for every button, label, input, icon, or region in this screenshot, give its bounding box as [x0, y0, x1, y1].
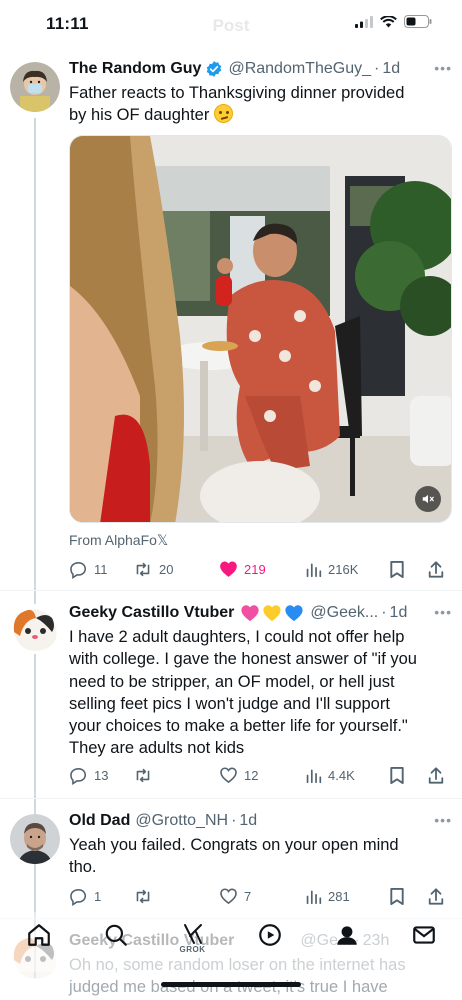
status-bar: Post 11:11 [0, 0, 462, 50]
search-icon [105, 924, 127, 946]
tweet-text: Yeah you failed. Congrats on your open m… [69, 836, 399, 877]
tweet-header: The Random Guy @RandomTheGuy_ · 1d [69, 58, 452, 80]
avatar[interactable] [10, 814, 60, 864]
views-button[interactable]: 281 [305, 888, 389, 905]
share-icon [428, 887, 444, 905]
bookmark-icon [390, 766, 404, 784]
nav-grok[interactable]: GROK [173, 922, 213, 954]
tweet-actions: 13 12 4.4K [69, 764, 450, 786]
nav-home[interactable] [19, 922, 59, 948]
status-time: 11:11 [46, 14, 89, 33]
name-emojis [240, 604, 304, 622]
divider [0, 590, 462, 591]
more-options-icon[interactable]: ••• [434, 60, 452, 76]
retweet-button[interactable] [133, 766, 219, 785]
more-options-icon[interactable]: ••• [434, 812, 452, 828]
timestamp[interactable]: 1d [390, 604, 408, 622]
retweet-button[interactable] [133, 887, 219, 906]
nav-messages[interactable] [404, 922, 444, 948]
views-button[interactable]: 4.4K [305, 767, 389, 784]
wifi-icon [380, 15, 397, 27]
tweet-text: Father reacts to Thanksgiving dinner pro… [69, 84, 405, 125]
grok-label: GROK [179, 945, 206, 954]
blue-heart-icon [285, 605, 303, 622]
views-chart-icon [306, 563, 322, 577]
heart-filled-icon [220, 561, 237, 577]
separator-dot: · [381, 604, 387, 621]
separator-dot: · [231, 812, 237, 829]
status-icons [355, 15, 432, 28]
reply-icon [70, 767, 87, 785]
communities-icon [336, 926, 357, 945]
heart-icon [220, 888, 237, 905]
retweet-icon [136, 889, 150, 903]
timestamp[interactable]: 1d [382, 60, 400, 78]
bookmark-icon [390, 560, 404, 578]
grok-icon [183, 924, 202, 944]
reply-button[interactable]: 13 [69, 766, 133, 785]
user-handle[interactable]: @RandomTheGuy_ [228, 60, 371, 78]
signal-icon [355, 15, 373, 28]
bookmark-button[interactable] [389, 887, 427, 906]
nav-spaces[interactable] [250, 922, 290, 948]
verified-badge-icon [207, 61, 222, 77]
display-name[interactable]: The Random Guy [69, 60, 201, 78]
home-indicator[interactable] [161, 982, 301, 987]
reply-icon [70, 888, 87, 906]
bottom-nav: GROK [0, 912, 462, 972]
views-button[interactable]: 216K [305, 561, 389, 578]
battery-icon [404, 15, 432, 28]
divider [0, 798, 462, 799]
mute-button[interactable] [415, 486, 441, 512]
video-player[interactable] [69, 135, 452, 523]
tweet-actions: 1 7 281 [69, 885, 450, 907]
share-button[interactable] [427, 887, 445, 906]
like-button[interactable]: 7 [219, 887, 305, 905]
tweet-header: Old Dad @Grotto_NH · 1d [69, 810, 452, 832]
timestamp[interactable]: 1d [239, 812, 257, 830]
heart-icon [220, 767, 237, 784]
yellow-heart-icon [263, 605, 281, 622]
user-handle[interactable]: @Geek... [310, 604, 378, 622]
like-button[interactable]: 219 [219, 560, 305, 578]
avatar[interactable] [10, 604, 60, 654]
like-button[interactable]: 12 [219, 766, 305, 784]
share-button[interactable] [427, 766, 445, 785]
video-thumbnail [70, 136, 451, 522]
bookmark-button[interactable] [389, 560, 427, 579]
user-handle[interactable]: @Grotto_NH [135, 812, 228, 830]
display-name[interactable]: Geeky Castillo Vtuber [69, 604, 234, 622]
source-attribution[interactable]: From AlphaFo𝕏 [69, 532, 168, 549]
share-icon [428, 560, 444, 578]
share-button[interactable] [427, 560, 445, 579]
separator-dot: · [373, 60, 380, 77]
more-options-icon[interactable]: ••• [434, 604, 452, 620]
avatar[interactable] [10, 62, 60, 112]
reply-button[interactable]: 1 [69, 887, 133, 906]
speaker-muted-icon [422, 494, 434, 504]
spaces-icon [258, 924, 281, 946]
tweet-header: Geeky Castillo Vtuber @Geek... · 1d [69, 602, 452, 624]
retweet-icon [136, 562, 150, 576]
pink-heart-icon [241, 605, 259, 622]
messages-icon [412, 926, 435, 944]
tweet-actions: 11 20 219 216K [69, 558, 450, 580]
reply-button[interactable]: 11 [69, 560, 133, 579]
display-name[interactable]: Old Dad [69, 812, 130, 830]
nav-search[interactable] [96, 922, 136, 948]
views-chart-icon [306, 890, 322, 904]
nav-communities[interactable] [327, 922, 367, 948]
confused-face-emoji [213, 104, 233, 124]
bookmark-icon [390, 887, 404, 905]
retweet-button[interactable]: 20 [133, 560, 219, 579]
views-chart-icon [306, 769, 322, 783]
tweet-text: I have 2 adult daughters, I could not of… [69, 628, 417, 758]
reply-icon [70, 561, 87, 579]
retweet-icon [136, 768, 150, 782]
home-icon [27, 924, 50, 946]
share-icon [428, 766, 444, 784]
bookmark-button[interactable] [389, 766, 427, 785]
